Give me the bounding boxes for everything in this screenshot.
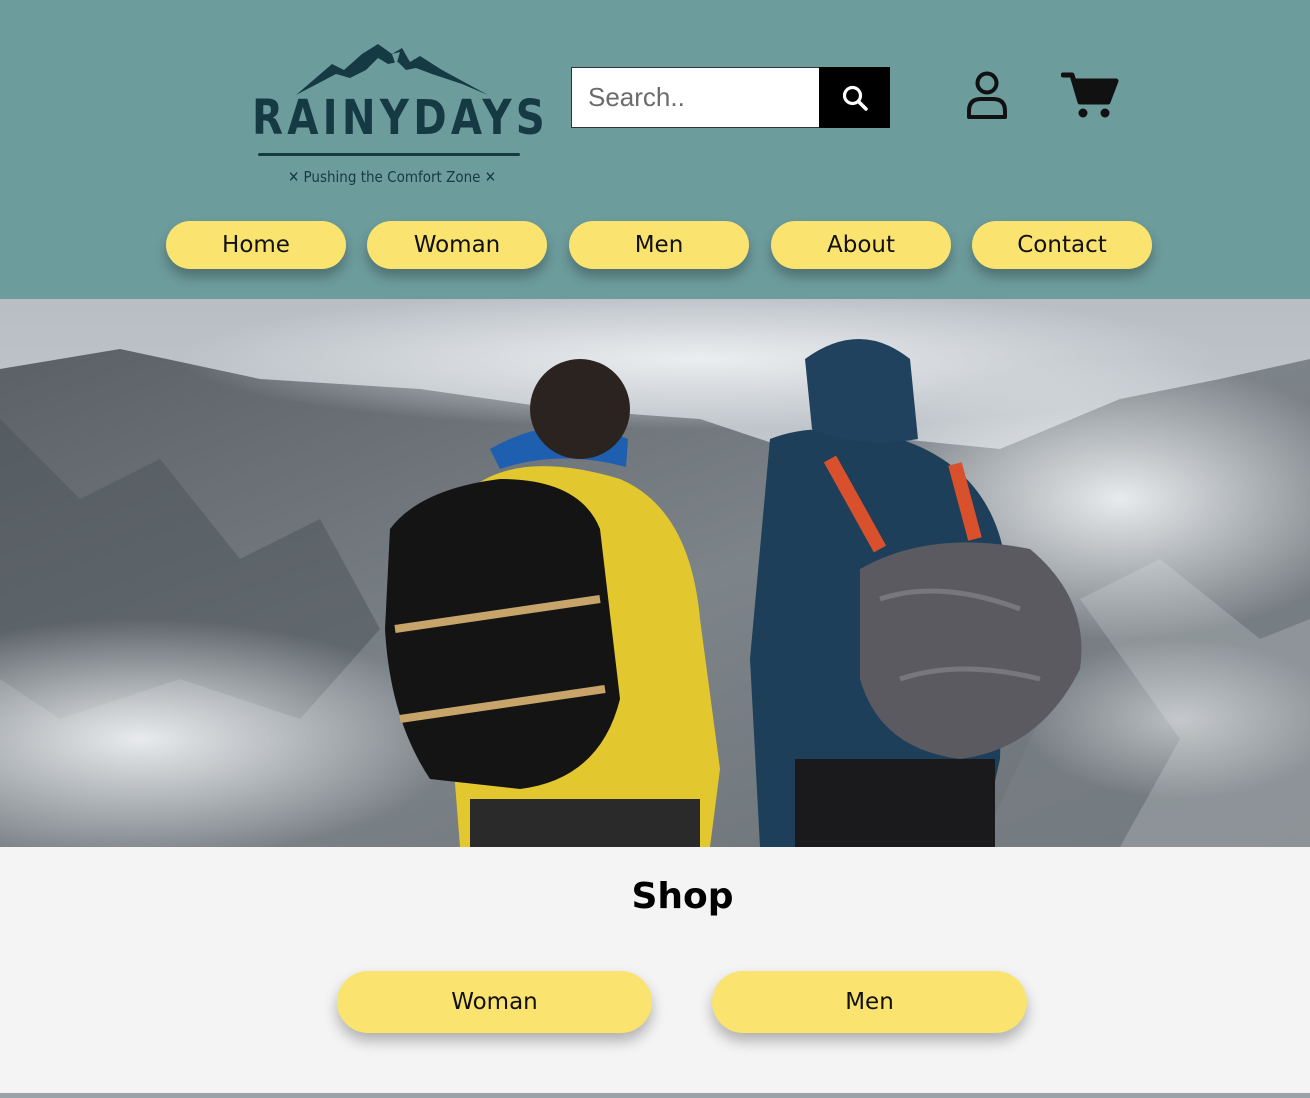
search-form <box>571 67 890 128</box>
brand-tagline: ✕ Pushing the Comfort Zone ✕ <box>287 168 497 186</box>
cart-button[interactable] <box>1060 70 1119 120</box>
hero-image <box>0 299 1310 847</box>
nav-woman[interactable]: Woman <box>367 221 547 269</box>
account-button[interactable] <box>962 70 1012 120</box>
next-section-edge <box>0 1093 1310 1098</box>
brand-logo[interactable]: RAINYDAYS ✕ Pushing the Comfort Zone ✕ <box>252 40 550 192</box>
brand-name: RAINYDAYS <box>252 90 550 146</box>
shop-woman-button[interactable]: Woman <box>337 971 652 1033</box>
nav-about[interactable]: About <box>771 221 951 269</box>
shop-men-button[interactable]: Men <box>712 971 1027 1033</box>
mountain-logo-icon <box>296 44 488 95</box>
search-input[interactable] <box>571 67 819 128</box>
nav-home[interactable]: Home <box>166 221 346 269</box>
search-icon <box>842 85 868 111</box>
search-button[interactable] <box>819 67 890 128</box>
nav-contact[interactable]: Contact <box>972 221 1152 269</box>
shop-heading: Shop <box>631 876 734 917</box>
user-icon <box>967 71 1007 119</box>
cart-icon <box>1060 72 1119 118</box>
nav-men[interactable]: Men <box>569 221 749 269</box>
main-nav: Home Woman Men About Contact <box>0 221 1310 269</box>
logo-divider <box>258 153 520 156</box>
site-header: RAINYDAYS ✕ Pushing the Comfort Zone ✕ H… <box>0 0 1310 299</box>
